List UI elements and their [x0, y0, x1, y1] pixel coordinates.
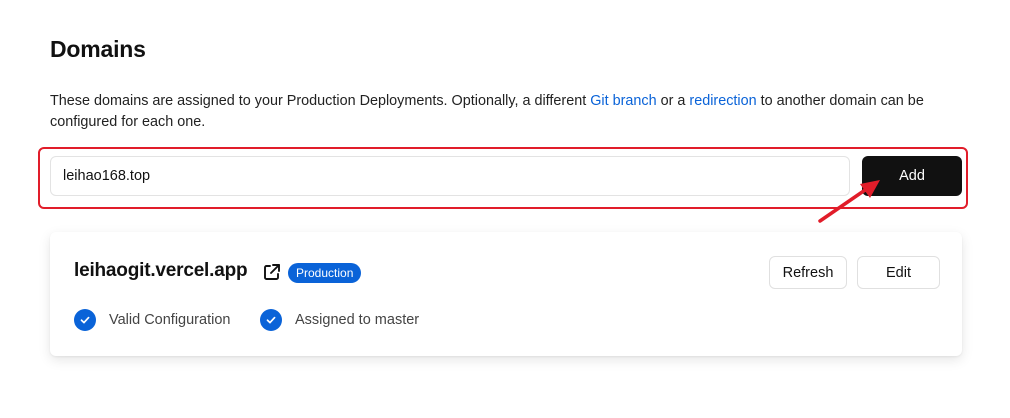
- domain-name[interactable]: leihaogit.vercel.app: [74, 260, 248, 282]
- refresh-button[interactable]: Refresh: [769, 256, 847, 289]
- description-text-1: These domains are assigned to your Produ…: [50, 93, 591, 109]
- annotation-arrow-icon: [818, 180, 880, 223]
- status-label: Valid Configuration: [109, 312, 231, 328]
- check-circle-icon: [260, 309, 282, 331]
- domains-description: These domains are assigned to your Produ…: [50, 91, 980, 133]
- status-valid-configuration: Valid Configuration: [74, 309, 230, 331]
- check-circle-icon: [74, 309, 96, 331]
- git-branch-link[interactable]: Git branch: [590, 93, 656, 109]
- domain-card: leihaogit.vercel.app Production Refresh …: [50, 232, 962, 356]
- production-badge: Production: [288, 263, 362, 283]
- domain-input[interactable]: [50, 156, 850, 196]
- page-title: Domains: [50, 36, 146, 62]
- external-link-icon[interactable]: [262, 262, 282, 282]
- edit-button[interactable]: Edit: [857, 256, 940, 289]
- redirection-link[interactable]: redirection: [689, 93, 756, 109]
- status-assigned-branch: Assigned to master: [260, 309, 419, 331]
- description-text-2: or a: [656, 93, 690, 109]
- domains-settings-page: Domains These domains are assigned to yo…: [0, 0, 1010, 418]
- status-label: Assigned to master: [295, 312, 420, 328]
